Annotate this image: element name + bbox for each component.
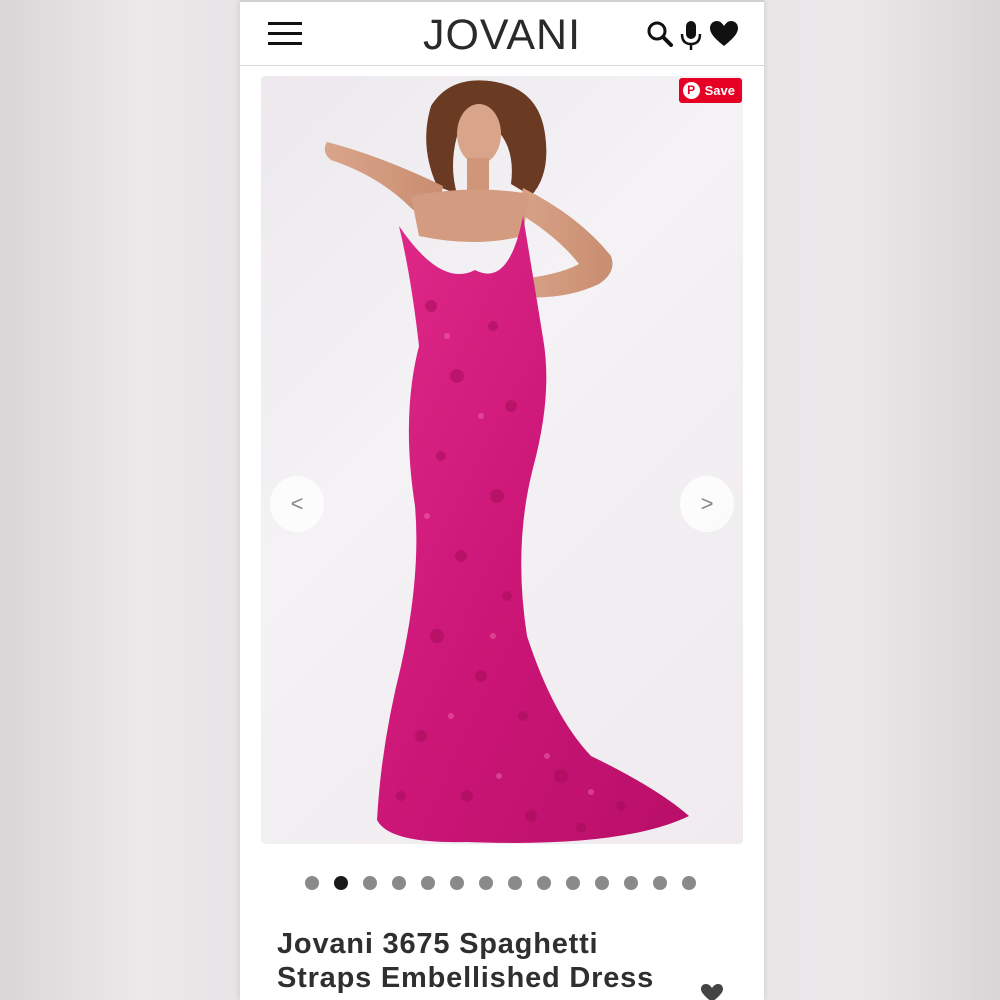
pagination-dot[interactable]: [363, 876, 377, 890]
pagination-dot[interactable]: [682, 876, 696, 890]
heart-icon[interactable]: [709, 20, 739, 48]
product-photo: [324, 80, 689, 843]
wishlist-heart-icon[interactable]: [700, 983, 724, 1000]
menu-icon[interactable]: [268, 22, 304, 48]
pagination-dot[interactable]: [508, 876, 522, 890]
pagination-dot[interactable]: [450, 876, 464, 890]
site-header: JOVANI: [240, 0, 764, 66]
save-label: Save: [704, 83, 735, 98]
product-image-gallery[interactable]: P Save < >: [261, 76, 743, 844]
pagination-dot[interactable]: [305, 876, 319, 890]
pagination-dot[interactable]: [537, 876, 551, 890]
pinterest-icon: P: [682, 82, 700, 99]
mic-icon[interactable]: [680, 20, 702, 52]
product-title-line-2: Straps Embellished Dress: [277, 962, 655, 994]
search-icon[interactable]: [646, 20, 674, 50]
pagination-dot[interactable]: [624, 876, 638, 890]
pinterest-save-button[interactable]: P Save: [678, 78, 742, 103]
pagination-dot[interactable]: [421, 876, 435, 890]
pagination-dot[interactable]: [595, 876, 609, 890]
gallery-pagination: [305, 876, 696, 890]
prev-image-button[interactable]: <: [270, 476, 324, 532]
pagination-dot[interactable]: [479, 876, 493, 890]
pagination-dot[interactable]: [566, 876, 580, 890]
product-title-line-1: Jovani 3675 Spaghetti: [277, 928, 599, 960]
next-image-button[interactable]: >: [680, 476, 734, 532]
pagination-dot[interactable]: [392, 876, 406, 890]
product-title: Jovani 3675 Spaghetti Straps Embellished…: [277, 927, 697, 995]
brand-logo[interactable]: JOVANI: [390, 12, 614, 58]
phone-screen: JOVANI P Save < > Jovani 3675 Spaghetti …: [240, 0, 764, 1000]
pagination-dot[interactable]: [334, 876, 348, 890]
pagination-dot[interactable]: [653, 876, 667, 890]
